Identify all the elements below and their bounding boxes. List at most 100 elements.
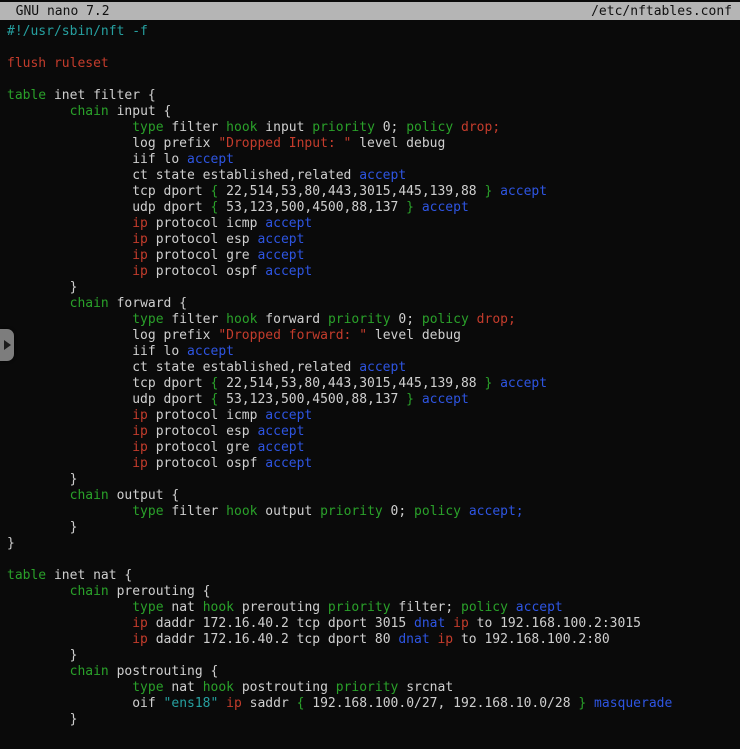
code-line[interactable]: chain output { [7,488,740,504]
code-segment [7,664,70,679]
code-segment: chain [70,488,109,503]
code-line[interactable]: table inet nat { [7,568,740,584]
editor-content[interactable]: #!/usr/sbin/nft -f flush ruleset table ine… [7,24,740,749]
code-segment: dnat [398,632,429,647]
code-segment: hook [203,600,234,615]
code-line[interactable]: ip protocol ospf accept [7,456,740,472]
code-line[interactable]: udp dport { 53,123,500,4500,88,137 } acc… [7,392,740,408]
code-segment: postrouting { [109,664,219,679]
code-line[interactable]: } [7,280,740,296]
code-segment: tcp dport [7,184,211,199]
code-line[interactable]: tcp dport { 22,514,53,80,443,3015,445,13… [7,184,740,200]
code-segment: type [132,120,163,135]
code-line[interactable]: ip protocol esp accept [7,232,740,248]
code-segment: } [7,472,77,487]
code-segment: chain [70,104,109,119]
code-segment: policy [406,120,453,135]
code-line[interactable]: } [7,712,740,728]
code-segment: } [7,520,77,535]
code-segment: iif lo [7,344,187,359]
code-line[interactable]: ip daddr 172.16.40.2 tcp dport 3015 dnat… [7,616,740,632]
code-line[interactable]: tcp dport { 22,514,53,80,443,3015,445,13… [7,376,740,392]
code-line[interactable]: ip protocol esp accept [7,424,740,440]
code-segment: ip [132,632,148,647]
code-line[interactable]: iif lo accept [7,152,740,168]
code-segment: log prefix [7,328,218,343]
code-line[interactable]: ip protocol ospf accept [7,264,740,280]
code-line[interactable]: type filter hook input priority 0; polic… [7,120,740,136]
code-segment: ct state established,related [7,360,359,375]
code-line[interactable]: log prefix "Dropped Input: " level debug [7,136,740,152]
code-segment: dnat [414,616,445,631]
code-segment: ip [226,696,242,711]
code-segment: accept [257,232,304,247]
nano-filename: /etc/nftables.conf [591,4,732,19]
code-line[interactable]: } [7,648,740,664]
code-segment: 192.168.100.0/27, 192.168.10.0/28 [304,696,578,711]
code-line[interactable]: ip protocol icmp accept [7,408,740,424]
code-segment: inet filter { [46,88,156,103]
code-segment: ip [132,248,148,263]
code-line[interactable]: log prefix "Dropped forward: " level deb… [7,328,740,344]
code-segment: accept [257,248,304,263]
code-line[interactable]: ct state established,related accept [7,168,740,184]
code-line[interactable]: chain prerouting { [7,584,740,600]
code-segment: protocol esp [148,424,258,439]
code-line[interactable]: chain postrouting { [7,664,740,680]
code-segment: prerouting [234,600,328,615]
code-segment: daddr 172.16.40.2 tcp dport 80 [148,632,398,647]
code-segment: ip [132,216,148,231]
code-line[interactable]: table inet filter { [7,88,740,104]
code-segment: filter; [391,600,461,615]
code-line[interactable]: } [7,536,740,552]
code-line[interactable]: type nat hook postrouting priority srcna… [7,680,740,696]
code-segment: priority [328,312,391,327]
code-line[interactable]: chain input { [7,104,740,120]
code-segment [7,216,132,231]
code-segment: 0; [383,504,414,519]
code-segment [7,104,70,119]
code-segment: to 192.168.100.2:3015 [469,616,641,631]
code-line[interactable]: } [7,472,740,488]
code-segment [7,456,132,471]
code-segment: accept; [469,504,524,519]
code-segment: oif [7,696,164,711]
code-line[interactable]: ct state established,related accept [7,360,740,376]
code-segment: "Dropped Input: " [218,136,351,151]
sidebar-handle[interactable] [0,329,14,361]
code-line[interactable]: oif "ens18" ip saddr { 192.168.100.0/27,… [7,696,740,712]
code-line[interactable]: ip daddr 172.16.40.2 tcp dport 80 dnat i… [7,632,740,648]
code-segment: } [406,200,414,215]
code-line[interactable]: ip protocol gre accept [7,248,740,264]
code-segment: input { [109,104,172,119]
code-line[interactable]: ip protocol icmp accept [7,216,740,232]
code-segment: log prefix [7,136,218,151]
code-segment: filter [164,312,227,327]
code-segment: ip [132,264,148,279]
code-line[interactable]: flush ruleset [7,56,740,72]
code-segment: "ens18" [164,696,219,711]
code-segment [7,408,132,423]
code-segment: 0; [375,120,406,135]
code-line[interactable]: type nat hook prerouting priority filter… [7,600,740,616]
code-line[interactable]: iif lo accept [7,344,740,360]
code-segment: prerouting { [109,584,211,599]
code-line[interactable]: ip protocol gre accept [7,440,740,456]
code-segment: accept [187,344,234,359]
code-segment: } [7,648,77,663]
code-segment [218,696,226,711]
code-line[interactable] [7,72,740,88]
code-line[interactable]: type filter hook forward priority 0; pol… [7,312,740,328]
code-line[interactable] [7,552,740,568]
code-line[interactable] [7,40,740,56]
code-segment: chain [70,296,109,311]
code-segment: protocol icmp [148,216,265,231]
code-line[interactable]: #!/usr/sbin/nft -f [7,24,740,40]
code-line[interactable]: type filter hook output priority 0; poli… [7,504,740,520]
code-segment: "Dropped forward: " [218,328,367,343]
code-segment [586,696,594,711]
code-segment: priority [336,680,399,695]
code-line[interactable]: chain forward { [7,296,740,312]
code-line[interactable]: } [7,520,740,536]
code-line[interactable]: udp dport { 53,123,500,4500,88,137 } acc… [7,200,740,216]
